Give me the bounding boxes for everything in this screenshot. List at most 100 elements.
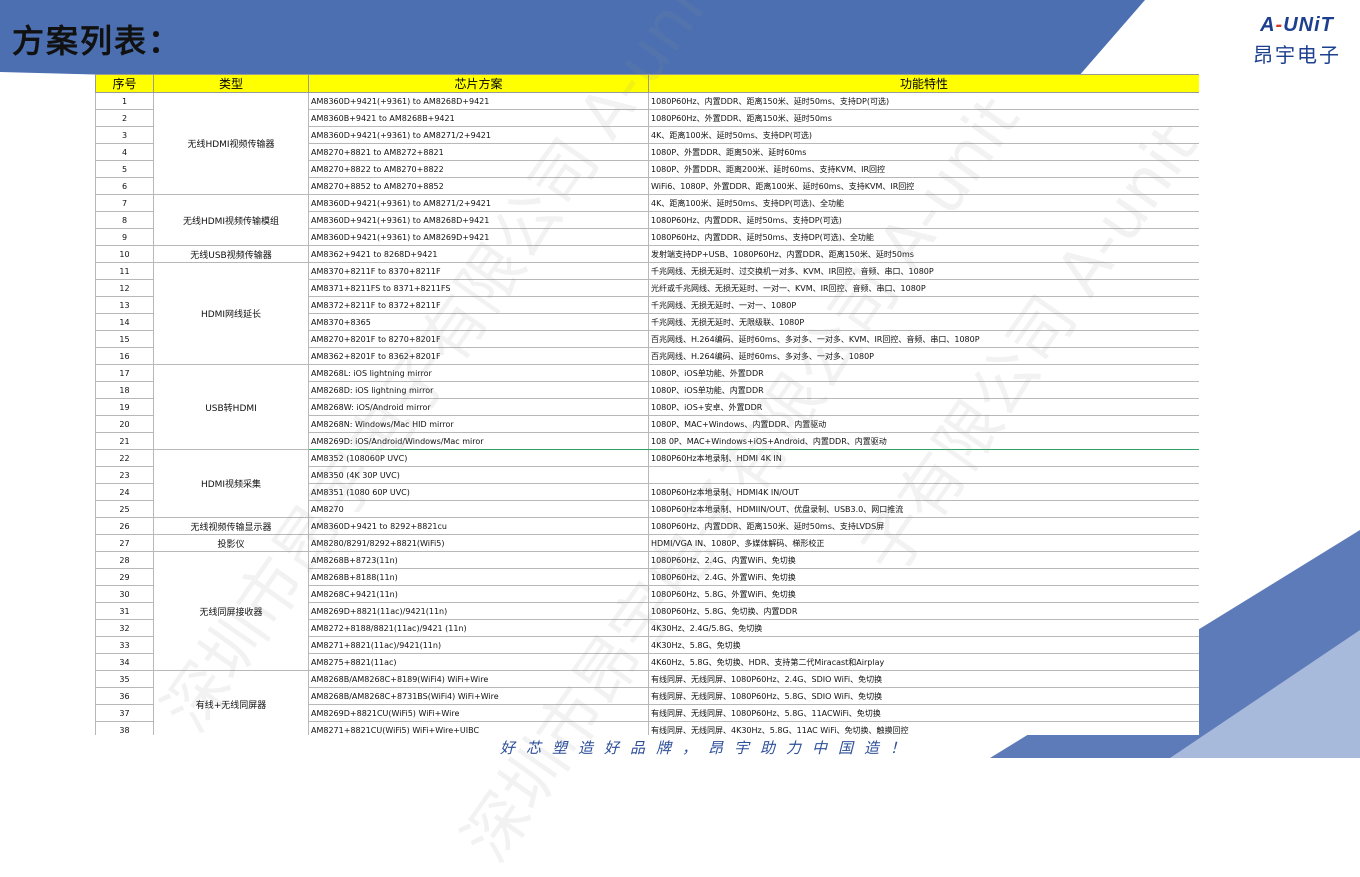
- row-features: 1080P、MAC+Windows、内置DDR、内置驱动: [648, 415, 1199, 433]
- logo-english: A-UNiT: [1260, 14, 1334, 36]
- row-features: 发射端支持DP+USB、1080P60Hz、内置DDR、距离150米、延时50m…: [648, 245, 1199, 263]
- table-row: 17 USB转HDMI AM8268L: iOS lightning mirror 1…: [95, 364, 1199, 450]
- row-features: 108 0P、MAC+Windows+iOS+Android、内置DDR、内置驱…: [648, 432, 1199, 450]
- row-number: 35: [95, 670, 154, 688]
- row-type: 无线视频传输显示器: [153, 517, 309, 535]
- row-features: 4K、距离100米、延时50ms、支持DP(可选)、全功能: [648, 194, 1199, 212]
- row-number: 36: [95, 687, 154, 705]
- row-chip-solution: AM8270+8852 to AM8270+8852: [308, 177, 649, 195]
- row-chip-solution: AM8352 (108060P UVC): [308, 449, 649, 467]
- row-features: 4K30Hz、2.4G/5.8G、免切换: [648, 619, 1199, 637]
- row-features: 千兆网线、无损无延时、无限级联、1080P: [648, 313, 1199, 331]
- row-type: 有线+无线同屏器: [153, 670, 309, 735]
- row-number: 12: [95, 279, 154, 297]
- row-number: 9: [95, 228, 154, 246]
- row-features: 1080P60Hz、5.8G、外置WiFi、免切换: [648, 585, 1199, 603]
- row-chip-solution: AM8370+8211F to 8370+8211F: [308, 262, 649, 280]
- header-type: 类型: [153, 74, 309, 93]
- row-type: HDMI视频采集: [153, 449, 309, 518]
- row-features: 1080P、iOS+安卓、外置DDR: [648, 398, 1199, 416]
- row-number: 3: [95, 126, 154, 144]
- row-chip-solution: AM8360D+9421 to 8292+8821cu: [308, 517, 649, 535]
- table-body: 1 无线HDMI视频传输器 AM8360D+9421(+9361) to AM826…: [95, 92, 1199, 735]
- row-features: 1080P、iOS单功能、内置DDR: [648, 381, 1199, 399]
- table-row: 35 有线+无线同屏器 AM8268B/AM8268C+8189(WiFi4) Wi…: [95, 670, 1199, 735]
- row-chip-solution: AM8272+8188/8821(11ac)/9421 (11n): [308, 619, 649, 637]
- row-chip-solution: AM8270+8201F to 8270+8201F: [308, 330, 649, 348]
- row-type: 投影仪: [153, 534, 309, 552]
- row-number: 6: [95, 177, 154, 195]
- row-chip-solution: AM8270+8821 to AM8272+8821: [308, 143, 649, 161]
- row-number: 8: [95, 211, 154, 229]
- row-type: 无线USB视频传输器: [153, 245, 309, 263]
- row-chip-solution: AM8360B+9421 to AM8268B+9421: [308, 109, 649, 127]
- row-features: 1080P60Hz、5.8G、免切换、内置DDR: [648, 602, 1199, 620]
- header-no: 序号: [95, 74, 154, 93]
- row-number: 18: [95, 381, 154, 399]
- row-number: 29: [95, 568, 154, 586]
- row-type: 无线HDMI视频传输模组: [153, 194, 309, 246]
- logo-chinese: 昂宇电子: [1253, 43, 1341, 67]
- row-features: HDMI/VGA IN、1080P、多媒体解码、梯形校正: [648, 534, 1199, 552]
- row-chip-solution: AM8360D+9421(+9361) to AM8269D+9421: [308, 228, 649, 246]
- row-features: 1080P、外置DDR、距离200米、延时60ms、支持KVM、IR回控: [648, 160, 1199, 178]
- row-chip-solution: AM8269D+8821(11ac)/9421(11n): [308, 602, 649, 620]
- row-chip-solution: AM8268C+9421(11n): [308, 585, 649, 603]
- row-number: 14: [95, 313, 154, 331]
- row-features: 1080P60Hz、内置DDR、延时50ms、支持DP(可选)、全功能: [648, 228, 1199, 246]
- row-chip-solution: AM8275+8821(11ac): [308, 653, 649, 671]
- row-features: [648, 466, 1199, 484]
- row-features: 4K60Hz、5.8G、免切换、HDR、支持第二代Miracast和Airpla…: [648, 653, 1199, 671]
- row-chip-solution: AM8351 (1080 60P UVC): [308, 483, 649, 501]
- row-number: 27: [95, 534, 154, 552]
- row-type: USB转HDMI: [153, 364, 309, 450]
- row-chip-solution: AM8271+8821(11ac)/9421(11n): [308, 636, 649, 654]
- table-row: 26 无线视频传输显示器 AM8360D+9421 to 8292+8821cu 10…: [95, 517, 1199, 535]
- row-number: 20: [95, 415, 154, 433]
- row-number: 28: [95, 551, 154, 569]
- row-features: 1080P60Hz本地录制、HDMI4K IN/OUT: [648, 483, 1199, 501]
- row-number: 13: [95, 296, 154, 314]
- row-chip-solution: AM8269D: iOS/Android/Windows/Mac miror: [308, 432, 649, 450]
- header-features: 功能特性: [648, 74, 1199, 93]
- table-row: 1 无线HDMI视频传输器 AM8360D+9421(+9361) to AM826…: [95, 92, 1199, 195]
- row-number: 30: [95, 585, 154, 603]
- row-number: 10: [95, 245, 154, 263]
- row-number: 7: [95, 194, 154, 212]
- row-chip-solution: AM8372+8211F to 8372+8211F: [308, 296, 649, 314]
- row-chip-solution: AM8360D+9421(+9361) to AM8268D+9421: [308, 92, 649, 110]
- row-features: 百兆网线、H.264编码、延时60ms、多对多、一对多、1080P: [648, 347, 1199, 365]
- row-features: 1080P、外置DDR、距离50米、延时60ms: [648, 143, 1199, 161]
- row-chip-solution: AM8270+8822 to AM8270+8822: [308, 160, 649, 178]
- row-number: 38: [95, 721, 154, 735]
- row-number: 24: [95, 483, 154, 501]
- row-chip-solution: AM8350 (4K 30P UVC): [308, 466, 649, 484]
- row-chip-solution: AM8268N: Windows/Mac HID mirror: [308, 415, 649, 433]
- row-number: 34: [95, 653, 154, 671]
- page-title: 方案列表：: [12, 22, 183, 60]
- row-chip-solution: AM8268B/AM8268C+8731BS(WiFi4) WiFi+Wire: [308, 687, 649, 705]
- solution-table: 序号 类型 芯片方案 功能特性 1 无线HDMI视频传输器 AM8360D+9421…: [95, 74, 1199, 735]
- row-chip-solution: AM8360D+9421(+9361) to AM8271/2+9421: [308, 194, 649, 212]
- row-type: HDMI网线延长: [153, 262, 309, 365]
- company-logo: A-UNiT 昂宇电子: [1242, 14, 1352, 68]
- row-features: 4K、距离100米、延时50ms、支持DP(可选): [648, 126, 1199, 144]
- row-number: 32: [95, 619, 154, 637]
- row-features: 1080P60Hz、外置DDR、距离150米、延时50ms: [648, 109, 1199, 127]
- row-chip-solution: AM8268B/AM8268C+8189(WiFi4) WiFi+Wire: [308, 670, 649, 688]
- row-chip-solution: AM8268W: iOS/Android mirror: [308, 398, 649, 416]
- row-number: 23: [95, 466, 154, 484]
- row-number: 37: [95, 704, 154, 722]
- table-header-row: 序号 类型 芯片方案 功能特性: [95, 74, 1199, 93]
- row-number: 21: [95, 432, 154, 450]
- table-row: 11 HDMI网线延长 AM8370+8211F to 8370+8211F 千兆网线…: [95, 262, 1199, 365]
- row-chip-solution: AM8280/8291/8292+8821(WiFi5): [308, 534, 649, 552]
- row-features: 1080P60Hz、内置DDR、延时50ms、支持DP(可选): [648, 211, 1199, 229]
- row-type: 无线同屏接收器: [153, 551, 309, 671]
- footer-slogan: 好芯塑造好品牌，昂宇助力中国造！: [500, 739, 917, 757]
- row-chip-solution: AM8370+8365: [308, 313, 649, 331]
- row-features: 1080P、iOS单功能、外置DDR: [648, 364, 1199, 382]
- header-chip: 芯片方案: [308, 74, 649, 93]
- row-chip-solution: AM8268D: iOS lightning mirror: [308, 381, 649, 399]
- row-chip-solution: AM8268B+8723(11n): [308, 551, 649, 569]
